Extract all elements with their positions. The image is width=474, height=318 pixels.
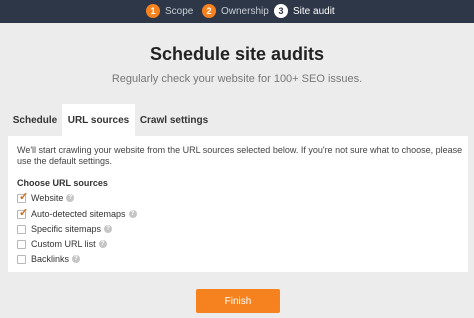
checkmark-icon: ✓ (19, 206, 29, 219)
tab-crawl-settings[interactable]: Crawl settings (135, 104, 213, 136)
step-ownership[interactable]: 2 Ownership (202, 3, 269, 19)
checkbox-specific-sitemaps[interactable] (17, 224, 26, 234)
settings-tabs: Schedule URL sources Crawl settings (8, 104, 213, 136)
checkbox-backlinks[interactable] (17, 254, 26, 264)
page-title: Schedule site audits (149, 44, 325, 64)
option-label: Website (31, 193, 64, 203)
step-number-badge: 3 (274, 4, 288, 18)
step-number-badge: 2 (202, 4, 216, 18)
option-backlinks[interactable]: Backlinks ? (17, 253, 81, 265)
option-label: Backlinks (31, 254, 70, 264)
choose-url-sources-heading: Choose URL sources (17, 178, 108, 188)
wizard-steps-bar: 1 Scope 2 Ownership 3 Site audit (0, 0, 474, 23)
option-specific-sitemaps[interactable]: Specific sitemaps ? (17, 223, 113, 235)
page-subtitle: Regularly check your website for 100+ SE… (111, 73, 363, 85)
option-label: Auto-detected sitemaps (31, 209, 126, 219)
option-website[interactable]: ✓ Website ? (17, 190, 75, 204)
step-label: Site audit (293, 5, 335, 17)
help-icon[interactable]: ? (72, 255, 81, 263)
tab-schedule[interactable]: Schedule (8, 104, 62, 136)
help-icon[interactable]: ? (66, 194, 75, 202)
step-label: Scope (165, 5, 194, 17)
step-site-audit[interactable]: 3 Site audit (274, 3, 335, 19)
tab-url-sources[interactable]: URL sources (62, 104, 135, 136)
help-icon[interactable]: ? (98, 240, 107, 248)
intro-text: We'll start crawling your website from t… (17, 145, 463, 166)
option-label: Custom URL list (31, 239, 96, 249)
help-icon[interactable]: ? (128, 210, 137, 218)
checkbox-custom-url-list[interactable] (17, 239, 26, 249)
checkbox-website[interactable]: ✓ (17, 190, 29, 203)
url-sources-panel: We'll start crawling your website from t… (8, 136, 468, 272)
step-label: Ownership (221, 5, 269, 17)
step-number-badge: 1 (146, 4, 160, 18)
option-label: Specific sitemaps (31, 224, 102, 234)
option-auto-detected-sitemaps[interactable]: ✓ Auto-detected sitemaps ? (17, 206, 137, 220)
checkmark-icon: ✓ (19, 190, 29, 203)
finish-button[interactable]: Finish (196, 289, 280, 313)
step-scope[interactable]: 1 Scope (146, 3, 193, 19)
checkbox-auto-detected-sitemaps[interactable]: ✓ (17, 206, 29, 219)
help-icon[interactable]: ? (104, 225, 113, 233)
option-custom-url-list[interactable]: Custom URL list ? (17, 238, 107, 250)
